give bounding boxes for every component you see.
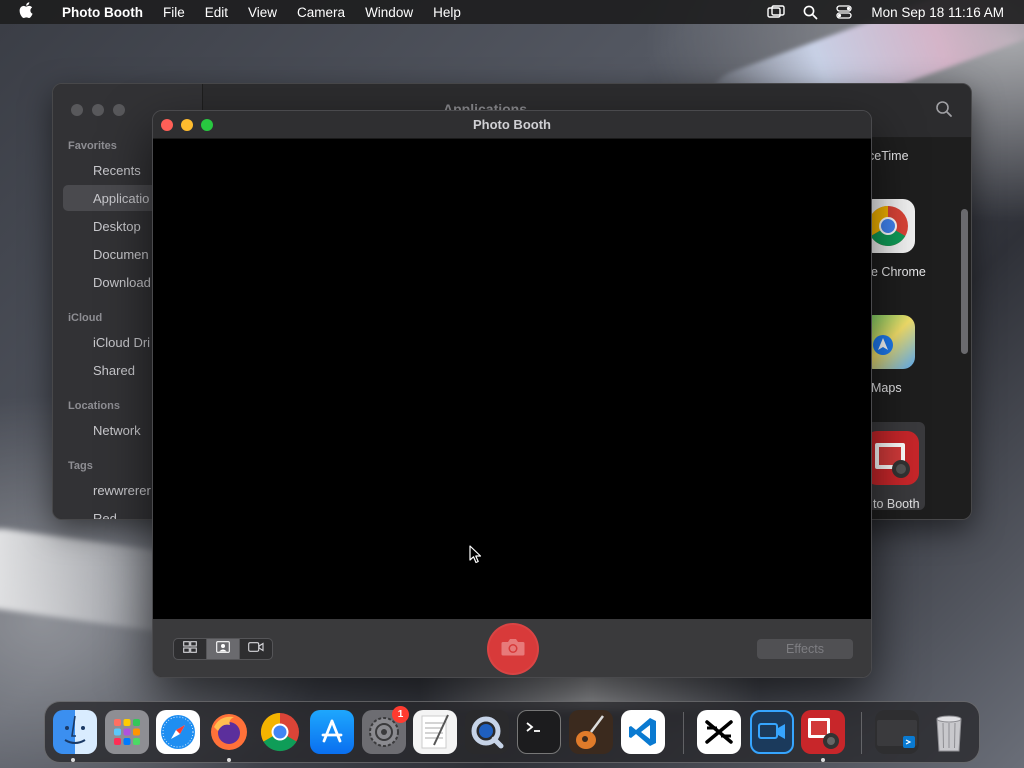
close-button[interactable] xyxy=(161,119,173,131)
menu-help[interactable]: Help xyxy=(423,0,471,24)
section-locations: Locations xyxy=(68,400,120,412)
app-store-dock-icon[interactable] xyxy=(310,710,354,754)
quicktime-dock-icon[interactable] xyxy=(465,710,509,754)
menu-bar: Photo Booth File Edit View Camera Window… xyxy=(0,0,1024,24)
camera-preview xyxy=(153,139,871,619)
video-mode-button[interactable] xyxy=(240,639,272,659)
finder-dock-icon[interactable] xyxy=(53,710,97,754)
menu-clock[interactable]: Mon Sep 18 11:16 AM xyxy=(861,0,1014,24)
menu-edit[interactable]: Edit xyxy=(195,0,238,24)
photo-booth-app-icon[interactable] xyxy=(865,431,919,485)
menu-file[interactable]: File xyxy=(153,0,195,24)
menu-camera[interactable]: Camera xyxy=(287,0,355,24)
four-up-mode-button[interactable] xyxy=(174,639,207,659)
screen-mirroring-icon[interactable] xyxy=(759,5,793,19)
settings-notification-badge: 1 xyxy=(392,706,409,723)
photo-booth-titlebar[interactable]: Photo Booth xyxy=(153,111,871,139)
recent-document-dock-icon[interactable] xyxy=(875,710,919,754)
photo-booth-controls: Effects xyxy=(153,619,871,677)
menu-window[interactable]: Window xyxy=(355,0,423,24)
app-label-maps[interactable]: Maps xyxy=(871,381,902,395)
screen-recorder-dock-icon[interactable] xyxy=(750,710,794,754)
apple-menu-icon[interactable] xyxy=(0,1,52,23)
running-indicator xyxy=(821,758,825,762)
garageband-dock-icon[interactable] xyxy=(569,710,613,754)
running-indicator xyxy=(71,758,75,762)
control-center-icon[interactable] xyxy=(827,5,861,19)
dock-separator xyxy=(683,712,684,754)
finder-search-icon[interactable] xyxy=(935,100,953,123)
grid-icon xyxy=(183,640,197,658)
finder-close-button[interactable] xyxy=(71,104,83,116)
trash-dock-icon[interactable] xyxy=(927,710,971,754)
dock-separator xyxy=(861,712,862,754)
running-indicator xyxy=(227,758,231,762)
mouse-pointer-icon xyxy=(469,545,483,570)
photo-booth-dock-icon[interactable] xyxy=(801,710,845,754)
chrome-dock-icon[interactable] xyxy=(258,710,302,754)
dock: 1 xyxy=(44,701,980,763)
textedit-dock-icon[interactable] xyxy=(413,710,457,754)
menu-view[interactable]: View xyxy=(238,0,287,24)
single-photo-mode-button[interactable] xyxy=(207,639,240,659)
video-camera-icon xyxy=(248,640,264,658)
finder-zoom-button[interactable] xyxy=(113,104,125,116)
window-title: Photo Booth xyxy=(473,117,551,132)
section-favorites: Favorites xyxy=(68,140,117,152)
finder-traffic-lights xyxy=(71,104,125,116)
menu-app-name[interactable]: Photo Booth xyxy=(52,0,153,24)
portrait-icon xyxy=(216,640,230,658)
zoom-button[interactable] xyxy=(201,119,213,131)
terminal-dock-icon[interactable] xyxy=(517,710,561,754)
section-tags: Tags xyxy=(68,460,93,472)
minimize-button[interactable] xyxy=(181,119,193,131)
finder-minimize-button[interactable] xyxy=(92,104,104,116)
safari-dock-icon[interactable] xyxy=(156,710,200,754)
capture-mode-selector xyxy=(173,638,273,660)
effects-button[interactable]: Effects xyxy=(757,639,853,659)
camera-icon xyxy=(500,637,526,662)
app-label-photo-booth[interactable]: to Booth xyxy=(873,497,920,511)
vscode-dock-icon[interactable] xyxy=(621,710,665,754)
firefox-dock-icon[interactable] xyxy=(207,710,251,754)
app-label-facetime[interactable]: ceTime xyxy=(868,149,909,163)
launchpad-dock-icon[interactable] xyxy=(105,710,149,754)
take-photo-button[interactable] xyxy=(487,623,539,675)
section-icloud: iCloud xyxy=(68,312,103,324)
capcut-dock-icon[interactable] xyxy=(697,710,741,754)
photo-booth-window[interactable]: Photo Booth Effects xyxy=(152,110,872,678)
app-label-chrome[interactable]: e Chrome xyxy=(871,265,926,279)
finder-scrollbar[interactable] xyxy=(961,209,968,354)
spotlight-search-icon[interactable] xyxy=(793,5,827,20)
